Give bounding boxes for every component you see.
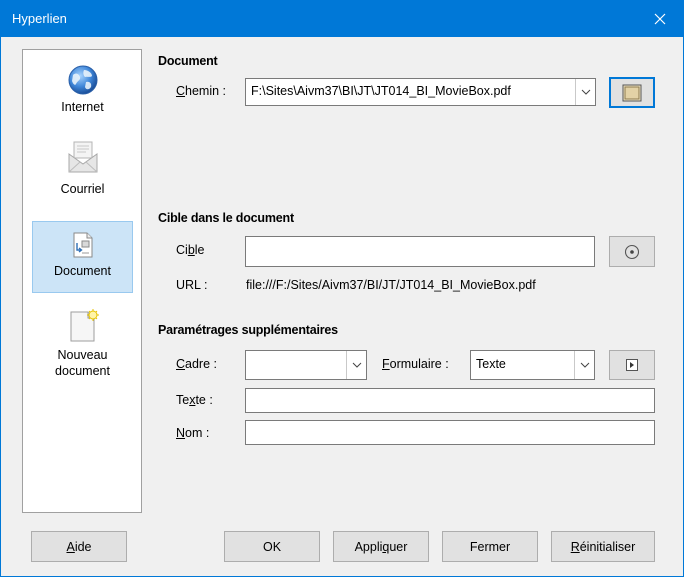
close-icon <box>654 13 666 25</box>
name-input[interactable] <box>245 420 655 445</box>
name-label: Nom : <box>176 426 210 440</box>
url-label: URL : <box>176 278 208 292</box>
open-file-button[interactable] <box>609 77 655 108</box>
url-value: file:///F:/Sites/Aivm37/BI/JT/JT014_BI_M… <box>246 278 536 292</box>
document-section-title: Document <box>158 54 218 68</box>
category-label: Courriel <box>60 182 105 196</box>
path-label: Chemin : <box>176 84 227 98</box>
frame-label: Cadre : <box>176 357 217 371</box>
chevron-down-icon <box>581 89 590 95</box>
extra-section-title: Paramétrages supplémentaires <box>158 323 338 337</box>
category-label: Internet <box>61 100 104 114</box>
ok-button[interactable]: OK <box>224 531 320 562</box>
events-button[interactable] <box>609 350 655 380</box>
target-label: Cible <box>176 243 205 257</box>
chevron-down-icon <box>352 362 361 368</box>
category-internet[interactable]: Internet <box>32 58 133 130</box>
events-icon <box>626 359 638 371</box>
form-combobox[interactable]: Texte <box>470 350 595 380</box>
target-section-title: Cible dans le document <box>158 211 294 225</box>
help-button[interactable]: Aide <box>31 531 127 562</box>
dialog-title: Hyperlien <box>12 11 67 26</box>
path-combobox[interactable]: F:\Sites\Aivm37\BI\JT\JT014_BI_MovieBox.… <box>245 78 596 106</box>
folder-browse-icon <box>622 84 642 101</box>
document-link-icon <box>73 232 92 258</box>
close-button[interactable] <box>637 1 683 37</box>
apply-button[interactable]: Appli q uer <box>333 531 429 562</box>
form-dropdown-arrow[interactable] <box>574 351 594 379</box>
category-courriel[interactable]: Courriel <box>32 136 133 214</box>
chevron-down-icon <box>580 362 589 368</box>
new-document-icon <box>70 309 99 342</box>
target-input[interactable] <box>245 236 595 267</box>
envelope-icon <box>68 141 97 173</box>
close-dialog-button[interactable]: Fermer <box>442 531 538 562</box>
target-icon <box>624 244 640 259</box>
frame-dropdown-arrow[interactable] <box>346 351 366 379</box>
path-value: F:\Sites\Aivm37\BI\JT\JT014_BI_MovieBox.… <box>251 84 511 98</box>
title-bar: Hyperlien <box>1 1 683 37</box>
category-panel: Internet Courriel Document Nouveau docum… <box>22 49 142 513</box>
reset-button[interactable]: Réinitialiser <box>551 531 655 562</box>
category-label: Document <box>54 264 111 278</box>
globe-icon <box>68 65 97 95</box>
path-dropdown-arrow[interactable] <box>575 79 595 105</box>
hyperlink-dialog: Hyperlien Internet Courriel Document Nou… <box>0 0 684 577</box>
frame-combobox[interactable] <box>245 350 367 380</box>
text-label: Texte : <box>176 393 213 407</box>
form-value: Texte <box>476 357 506 371</box>
category-nouveau-document[interactable]: Nouveau document <box>32 306 133 388</box>
form-label: Formulaire : <box>382 357 449 371</box>
category-document[interactable]: Document <box>32 221 133 293</box>
target-browse-button[interactable] <box>609 236 655 267</box>
category-label: Nouveau document <box>55 348 110 378</box>
text-input[interactable] <box>245 388 655 413</box>
